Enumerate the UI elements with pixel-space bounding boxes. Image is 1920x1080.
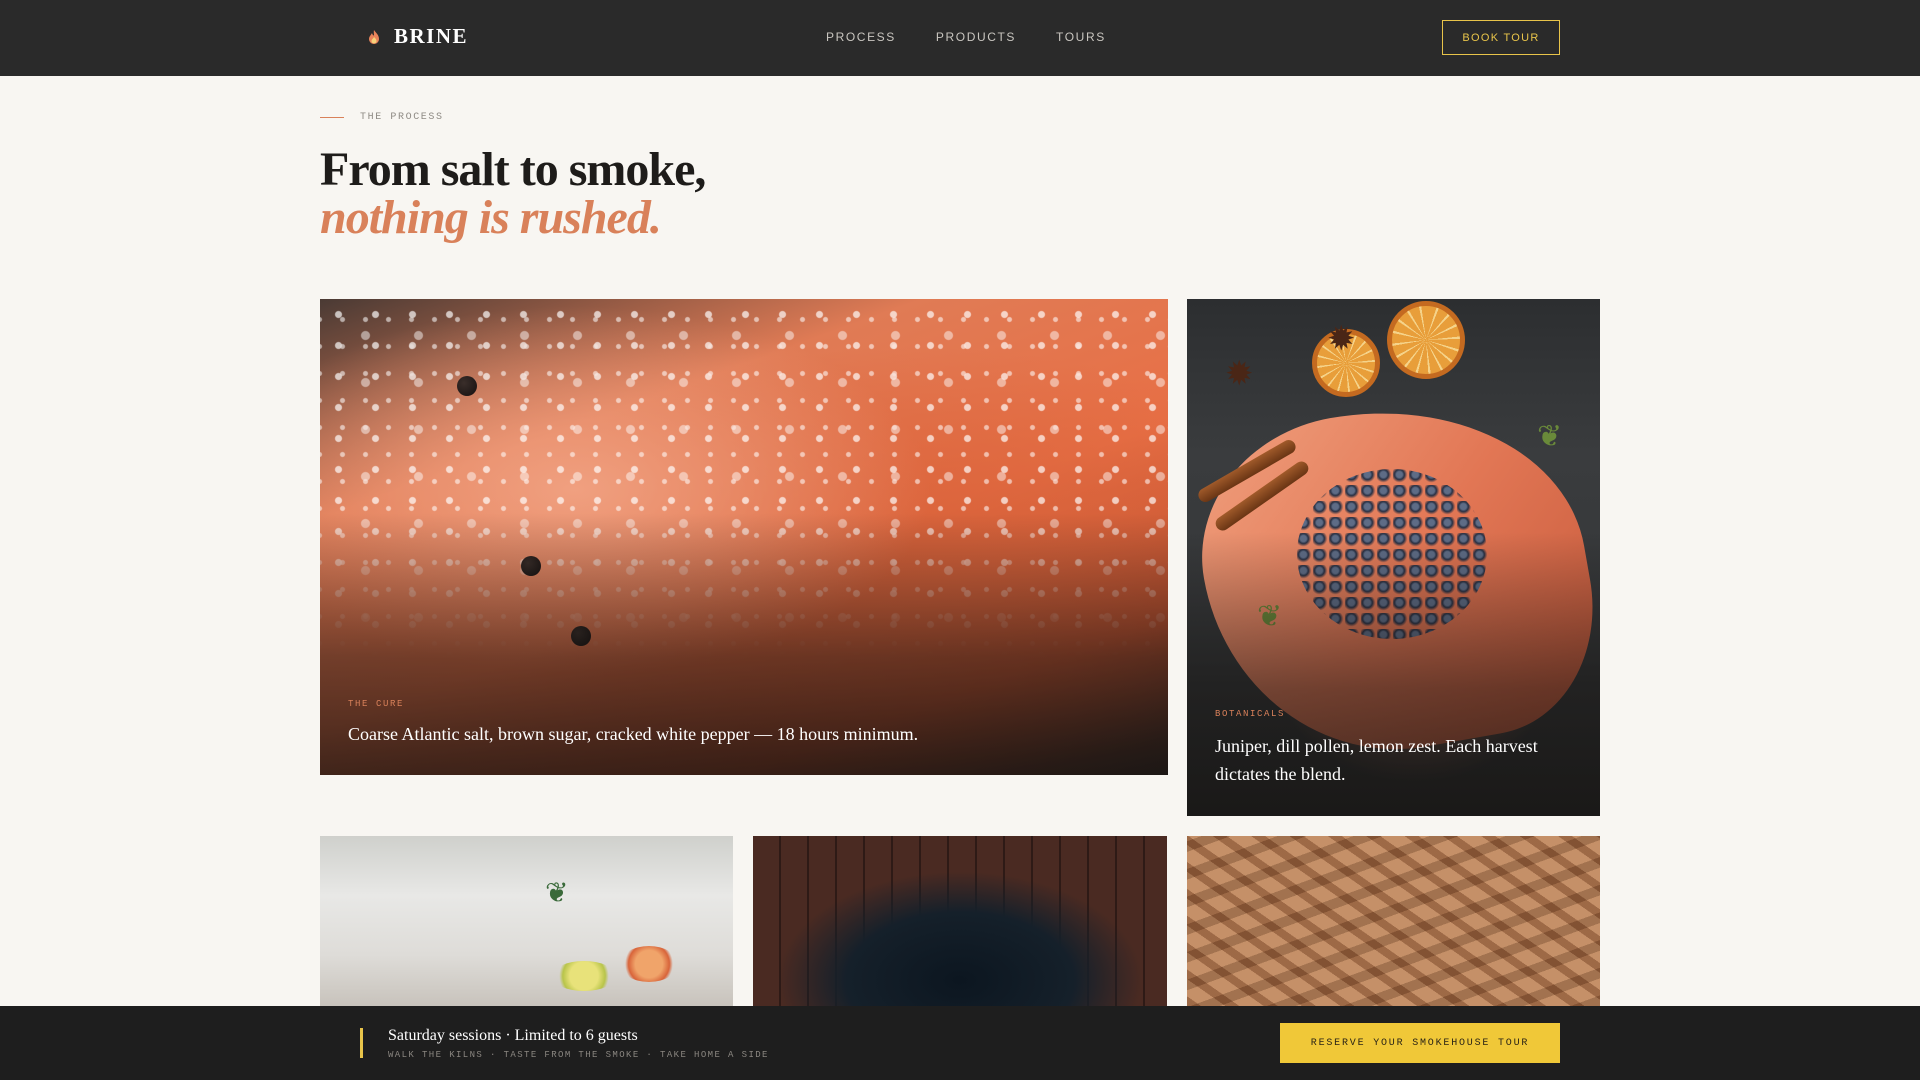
nav-link-products[interactable]: PRODUCTS [936,30,1016,44]
brand-name: BRINE [394,24,469,48]
star-anise-icon: ✹ [1225,355,1254,393]
dill-sprig-icon: ❦ [545,877,569,908]
session-info: Saturday sessions · Limited to 6 guests [388,1027,638,1044]
card-tag: BOTANICALS [1215,709,1286,719]
orange-slice-icon [620,946,678,982]
flame-icon [366,29,382,45]
nav-link-process[interactable]: PROCESS [826,30,896,44]
headline-line-1: From salt to smoke, [320,143,706,196]
brand-logo[interactable]: BRINE [366,24,468,49]
card-description: Coarse Atlantic salt, brown sugar, crack… [348,724,919,744]
orange-slice-icon [1387,301,1465,379]
section-eyebrow: THE PROCESS [320,112,444,123]
eyebrow-label: THE PROCESS [360,112,444,123]
peppercorn-icon [457,376,477,396]
card-the-cure[interactable]: THE CURE Coarse Atlantic salt, brown sug… [320,299,1168,775]
card-rinse-image[interactable]: ❦ [320,836,733,1006]
page-headline: From salt to smoke, nothing is rushed. [320,143,706,244]
book-tour-button[interactable]: BOOK TOUR [1442,20,1560,55]
star-anise-icon: ✹ [1327,320,1356,358]
sticky-booking-bar: Saturday sessions · Limited to 6 guests … [0,1006,1920,1080]
card-botanicals[interactable]: ✹ ✹ ❦ ❦ BOTANICALS Juniper, dill pollen,… [1187,299,1600,816]
eyebrow-divider [320,117,344,118]
card-woodchips-image[interactable] [1187,836,1600,1006]
nav-link-tours[interactable]: TOURS [1056,30,1106,44]
card-tag: THE CURE [348,699,405,709]
top-nav: BRINE PROCESS PRODUCTS TOURS BOOK TOUR [0,0,1920,76]
main-nav: PROCESS PRODUCTS TOURS [826,30,1106,44]
bar-accent-line [360,1028,363,1058]
dill-sprig-icon: ❦ [1537,420,1563,453]
session-highlights: WALK THE KILNS · TASTE FROM THE SMOKE · … [388,1050,769,1060]
card-description: Juniper, dill pollen, lemon zest. Each h… [1215,736,1538,784]
lemon-slice-icon [552,961,616,991]
headline-line-2: nothing is rushed. [320,191,662,244]
reserve-tour-button[interactable]: RESERVE YOUR SMOKEHOUSE TOUR [1280,1023,1560,1063]
card-kiln-image[interactable] [753,836,1167,1006]
